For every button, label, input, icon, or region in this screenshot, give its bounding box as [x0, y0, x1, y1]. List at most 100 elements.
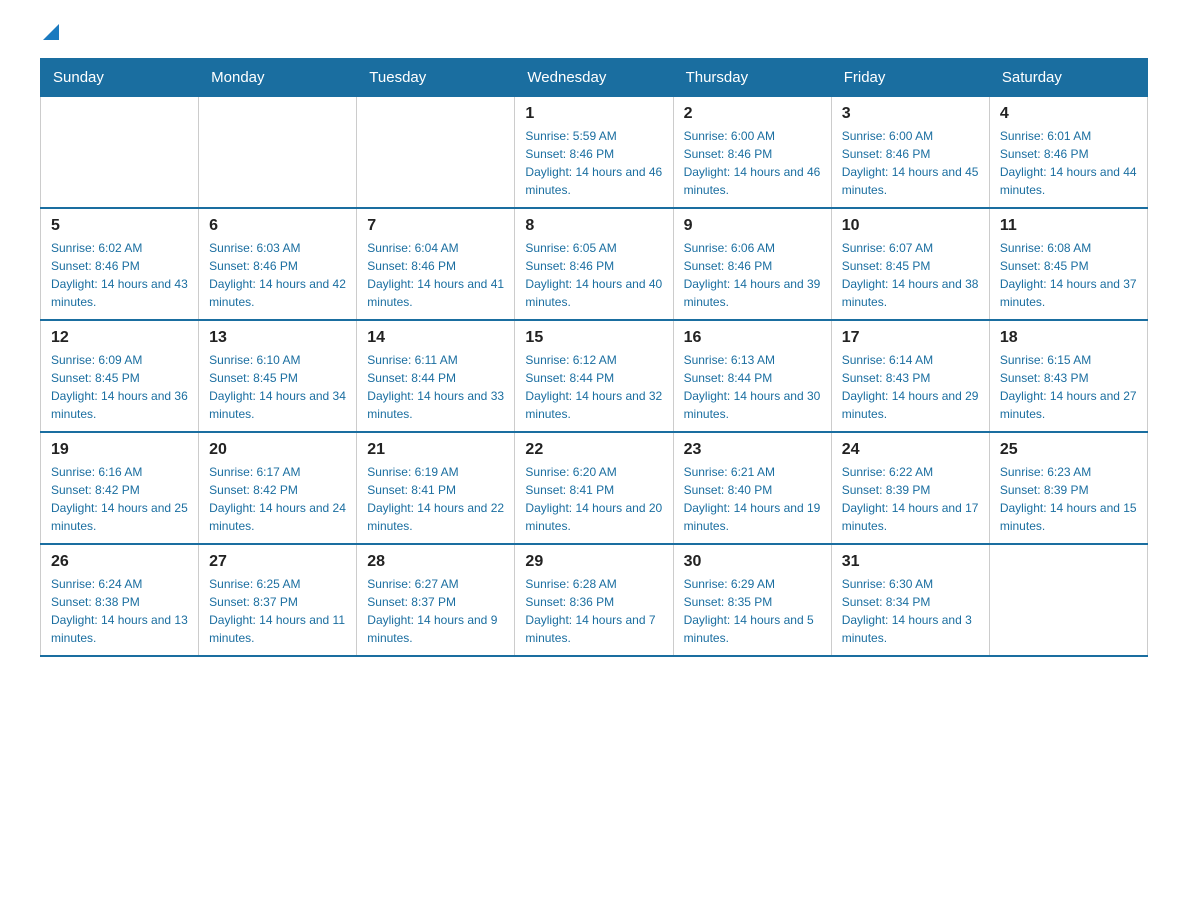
day-number: 20 [209, 441, 346, 459]
day-number: 7 [367, 217, 504, 235]
day-number: 16 [684, 329, 821, 347]
day-info: Sunrise: 6:22 AM Sunset: 8:39 PM Dayligh… [842, 463, 979, 535]
calendar-week-row: 1 Sunrise: 5:59 AM Sunset: 8:46 PM Daylig… [41, 97, 1148, 209]
day-info: Sunrise: 6:15 AM Sunset: 8:43 PM Dayligh… [1000, 351, 1137, 423]
calendar-day-cell: 20 Sunrise: 6:17 AM Sunset: 8:42 PM Dayli… [199, 432, 357, 544]
day-info: Sunrise: 6:19 AM Sunset: 8:41 PM Dayligh… [367, 463, 504, 535]
day-number: 2 [684, 105, 821, 123]
day-number: 27 [209, 553, 346, 571]
day-number: 17 [842, 329, 979, 347]
calendar-day-cell: 22 Sunrise: 6:20 AM Sunset: 8:41 PM Dayli… [515, 432, 673, 544]
calendar-day-cell: 17 Sunrise: 6:14 AM Sunset: 8:43 PM Dayli… [831, 320, 989, 432]
day-info: Sunrise: 6:23 AM Sunset: 8:39 PM Dayligh… [1000, 463, 1137, 535]
day-number: 14 [367, 329, 504, 347]
logo [40, 30, 59, 48]
calendar-day-cell: 18 Sunrise: 6:15 AM Sunset: 8:43 PM Dayli… [989, 320, 1147, 432]
calendar-day-cell: 2 Sunrise: 6:00 AM Sunset: 8:46 PM Daylig… [673, 97, 831, 209]
day-info: Sunrise: 6:02 AM Sunset: 8:46 PM Dayligh… [51, 239, 188, 311]
day-info: Sunrise: 6:27 AM Sunset: 8:37 PM Dayligh… [367, 575, 504, 647]
col-tuesday: Tuesday [357, 59, 515, 97]
calendar-day-cell: 14 Sunrise: 6:11 AM Sunset: 8:44 PM Dayli… [357, 320, 515, 432]
calendar-day-cell: 24 Sunrise: 6:22 AM Sunset: 8:39 PM Dayli… [831, 432, 989, 544]
day-info: Sunrise: 6:00 AM Sunset: 8:46 PM Dayligh… [842, 127, 979, 199]
calendar-day-cell: 3 Sunrise: 6:00 AM Sunset: 8:46 PM Daylig… [831, 97, 989, 209]
day-number: 9 [684, 217, 821, 235]
day-number: 31 [842, 553, 979, 571]
calendar-day-cell: 11 Sunrise: 6:08 AM Sunset: 8:45 PM Dayli… [989, 208, 1147, 320]
calendar-day-cell [357, 97, 515, 209]
day-number: 3 [842, 105, 979, 123]
day-info: Sunrise: 6:04 AM Sunset: 8:46 PM Dayligh… [367, 239, 504, 311]
calendar-day-cell: 15 Sunrise: 6:12 AM Sunset: 8:44 PM Dayli… [515, 320, 673, 432]
day-info: Sunrise: 6:08 AM Sunset: 8:45 PM Dayligh… [1000, 239, 1137, 311]
calendar-week-row: 19Sunrise: 6:16 AM Sunset: 8:42 PM Dayli… [41, 432, 1148, 544]
day-info: Sunrise: 6:20 AM Sunset: 8:41 PM Dayligh… [525, 463, 662, 535]
day-number: 29 [525, 553, 662, 571]
day-number: 13 [209, 329, 346, 347]
col-sunday: Sunday [41, 59, 199, 97]
day-number: 23 [684, 441, 821, 459]
calendar-day-cell: 25Sunrise: 6:23 AM Sunset: 8:39 PM Dayli… [989, 432, 1147, 544]
calendar-day-cell: 27 Sunrise: 6:25 AM Sunset: 8:37 PM Dayli… [199, 544, 357, 656]
calendar-day-cell: 7 Sunrise: 6:04 AM Sunset: 8:46 PM Daylig… [357, 208, 515, 320]
day-info: Sunrise: 6:00 AM Sunset: 8:46 PM Dayligh… [684, 127, 821, 199]
logo-triangle-icon [43, 24, 59, 40]
day-info: Sunrise: 6:24 AM Sunset: 8:38 PM Dayligh… [51, 575, 188, 647]
day-number: 26 [51, 553, 188, 571]
calendar-day-cell: 26 Sunrise: 6:24 AM Sunset: 8:38 PM Dayli… [41, 544, 199, 656]
calendar-day-cell: 19Sunrise: 6:16 AM Sunset: 8:42 PM Dayli… [41, 432, 199, 544]
day-number: 22 [525, 441, 662, 459]
calendar-day-cell [989, 544, 1147, 656]
calendar-day-cell: 21 Sunrise: 6:19 AM Sunset: 8:41 PM Dayli… [357, 432, 515, 544]
day-number: 18 [1000, 329, 1137, 347]
calendar-table: Sunday Monday Tuesday Wednesday Thursday… [40, 58, 1148, 657]
calendar-day-cell: 1 Sunrise: 5:59 AM Sunset: 8:46 PM Daylig… [515, 97, 673, 209]
calendar-day-cell [199, 97, 357, 209]
day-info: Sunrise: 6:12 AM Sunset: 8:44 PM Dayligh… [525, 351, 662, 423]
calendar-week-row: 5Sunrise: 6:02 AM Sunset: 8:46 PM Daylig… [41, 208, 1148, 320]
day-number: 11 [1000, 217, 1137, 235]
day-info: Sunrise: 6:05 AM Sunset: 8:46 PM Dayligh… [525, 239, 662, 311]
calendar-day-cell: 8 Sunrise: 6:05 AM Sunset: 8:46 PM Daylig… [515, 208, 673, 320]
day-number: 21 [367, 441, 504, 459]
day-number: 24 [842, 441, 979, 459]
day-number: 10 [842, 217, 979, 235]
calendar-day-cell: 6Sunrise: 6:03 AM Sunset: 8:46 PM Daylig… [199, 208, 357, 320]
day-number: 19 [51, 441, 188, 459]
day-number: 4 [1000, 105, 1137, 123]
day-info: Sunrise: 6:11 AM Sunset: 8:44 PM Dayligh… [367, 351, 504, 423]
day-info: Sunrise: 6:09 AM Sunset: 8:45 PM Dayligh… [51, 351, 188, 423]
day-info: Sunrise: 5:59 AM Sunset: 8:46 PM Dayligh… [525, 127, 662, 199]
day-info: Sunrise: 6:28 AM Sunset: 8:36 PM Dayligh… [525, 575, 662, 647]
day-info: Sunrise: 6:14 AM Sunset: 8:43 PM Dayligh… [842, 351, 979, 423]
day-info: Sunrise: 6:06 AM Sunset: 8:46 PM Dayligh… [684, 239, 821, 311]
day-info: Sunrise: 6:29 AM Sunset: 8:35 PM Dayligh… [684, 575, 821, 647]
day-info: Sunrise: 6:25 AM Sunset: 8:37 PM Dayligh… [209, 575, 346, 647]
day-number: 15 [525, 329, 662, 347]
calendar-day-cell: 31Sunrise: 6:30 AM Sunset: 8:34 PM Dayli… [831, 544, 989, 656]
day-number: 28 [367, 553, 504, 571]
day-info: Sunrise: 6:13 AM Sunset: 8:44 PM Dayligh… [684, 351, 821, 423]
calendar-week-row: 26 Sunrise: 6:24 AM Sunset: 8:38 PM Dayli… [41, 544, 1148, 656]
day-number: 1 [525, 105, 662, 123]
page-header [40, 30, 1148, 48]
calendar-day-cell: 9 Sunrise: 6:06 AM Sunset: 8:46 PM Daylig… [673, 208, 831, 320]
day-info: Sunrise: 6:01 AM Sunset: 8:46 PM Dayligh… [1000, 127, 1137, 199]
day-number: 8 [525, 217, 662, 235]
calendar-header: Sunday Monday Tuesday Wednesday Thursday… [41, 59, 1148, 97]
calendar-day-cell [41, 97, 199, 209]
calendar-day-cell: 29 Sunrise: 6:28 AM Sunset: 8:36 PM Dayli… [515, 544, 673, 656]
day-number: 12 [51, 329, 188, 347]
col-monday: Monday [199, 59, 357, 97]
calendar-day-cell: 10Sunrise: 6:07 AM Sunset: 8:45 PM Dayli… [831, 208, 989, 320]
day-info: Sunrise: 6:17 AM Sunset: 8:42 PM Dayligh… [209, 463, 346, 535]
col-saturday: Saturday [989, 59, 1147, 97]
day-number: 30 [684, 553, 821, 571]
day-info: Sunrise: 6:10 AM Sunset: 8:45 PM Dayligh… [209, 351, 346, 423]
col-thursday: Thursday [673, 59, 831, 97]
day-info: Sunrise: 6:21 AM Sunset: 8:40 PM Dayligh… [684, 463, 821, 535]
calendar-day-cell: 16 Sunrise: 6:13 AM Sunset: 8:44 PM Dayli… [673, 320, 831, 432]
calendar-body: 1 Sunrise: 5:59 AM Sunset: 8:46 PM Daylig… [41, 97, 1148, 657]
calendar-week-row: 12 Sunrise: 6:09 AM Sunset: 8:45 PM Dayli… [41, 320, 1148, 432]
col-wednesday: Wednesday [515, 59, 673, 97]
